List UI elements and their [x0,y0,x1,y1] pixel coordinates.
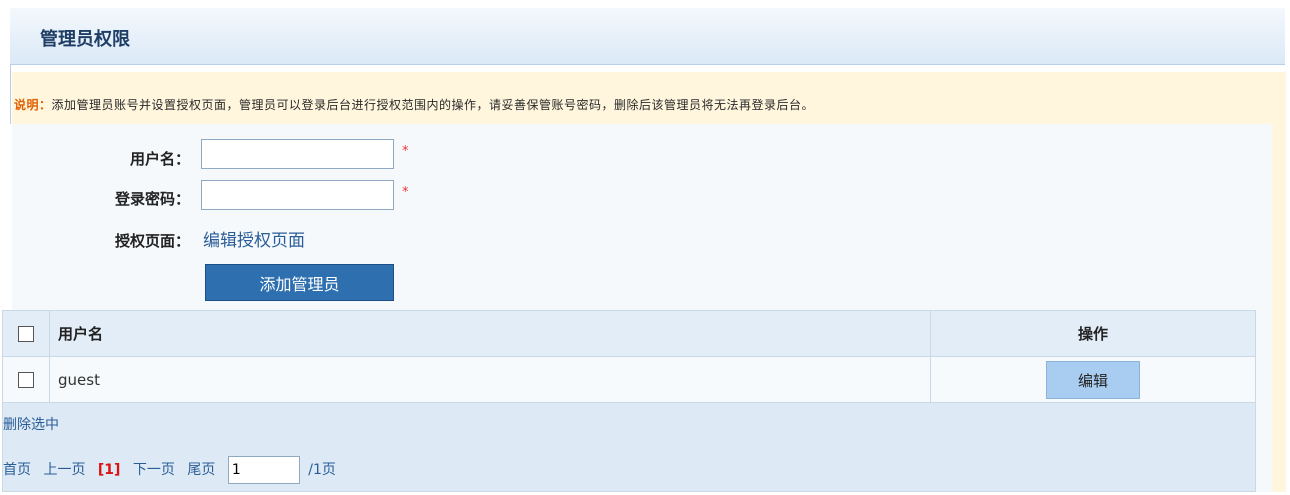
table-row: guest 编辑 [2,356,1256,403]
row-username: guest [49,356,931,403]
page-total: /1页 [308,462,336,478]
username-input[interactable] [201,139,394,169]
username-label: 用户名： [129,150,190,168]
next-page-link[interactable]: 下一页 [133,462,175,478]
table-header-row: 用户名 操作 [2,310,1256,357]
edit-button[interactable]: 编辑 [1046,360,1140,399]
first-page-link[interactable]: 首页 [3,462,31,478]
page-number-input[interactable] [227,456,300,484]
pagination: 首页 上一页 [1] 下一页 尾页 /1页 [3,456,344,484]
delete-selected-link[interactable]: 删除选中 [3,414,59,434]
notice-label: 说明： [14,98,52,112]
divider [10,64,11,124]
side-strip [1272,124,1286,492]
prev-page-link[interactable]: 上一页 [43,462,85,478]
column-header-action: 操作 [930,310,1256,357]
notice-text: 说明：添加管理员账号并设置授权页面，管理员可以登录后台进行授权范围内的操作，请妥… [14,96,814,113]
current-page: [1] [97,462,121,478]
password-label: 登录密码： [114,190,190,208]
column-header-username: 用户名 [49,310,931,357]
password-input[interactable] [201,180,394,210]
required-mark: * [402,185,409,200]
row-action-cell: 编辑 [930,356,1256,403]
select-all-checkbox[interactable] [18,326,34,342]
edit-auth-link[interactable]: 编辑授权页面 [203,226,305,251]
select-all-cell [2,310,50,357]
add-admin-button[interactable]: 添加管理员 [205,264,394,301]
page-title: 管理员权限 [40,29,130,50]
auth-page-label: 授权页面： [114,232,190,250]
required-mark: * [402,144,409,159]
notice-banner: 说明：添加管理员账号并设置授权页面，管理员可以登录后台进行授权范围内的操作，请妥… [12,72,1286,124]
last-page-link[interactable]: 尾页 [187,462,215,478]
page-header: 管理员权限 [10,8,1285,65]
row-check-cell [2,356,50,403]
admin-table: 用户名 操作 guest 编辑 [2,310,1256,403]
table-footer: 删除选中 首页 上一页 [1] 下一页 尾页 /1页 [2,402,1256,492]
row-checkbox[interactable] [18,372,34,388]
notice-body: 添加管理员账号并设置授权页面，管理员可以登录后台进行授权范围内的操作，请妥善保管… [51,98,815,112]
